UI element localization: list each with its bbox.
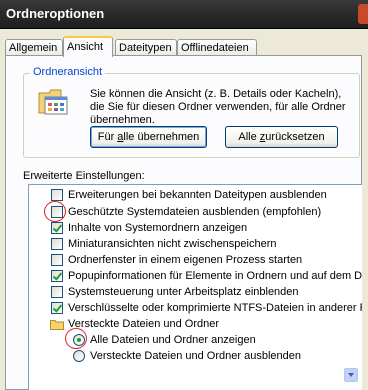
list-item-label: Ordnerfenster in einem eigenen Prozess s…: [68, 254, 303, 266]
title-bar[interactable]: Ordneroptionen: [0, 0, 368, 29]
tab-label: Dateitypen: [119, 42, 172, 54]
color-ntfs-files-checkbox[interactable]: [51, 302, 63, 314]
folder-view-description: Sie können die Ansicht (z. B. Details od…: [90, 88, 346, 126]
window-title: Ordneroptionen: [6, 6, 105, 21]
popup-info-checkbox[interactable]: [51, 270, 63, 282]
tab-dateitypen[interactable]: Dateitypen: [115, 39, 177, 55]
tab-label: Allgemein: [9, 42, 58, 54]
tab-offlinedateien[interactable]: Offlinedateien: [177, 39, 257, 55]
list-item-label: Inhalte von Systemordnern anzeigen: [68, 222, 248, 234]
folder-options-icon: [38, 89, 68, 115]
list-item-label: Alle Dateien und Ordner anzeigen: [90, 334, 256, 346]
control-panel-in-my-computer-checkbox[interactable]: [51, 286, 63, 298]
highlight-circle-show-all-files: [65, 328, 87, 349]
scroll-down-button[interactable]: [344, 368, 358, 382]
tab-label: Offlinedateien: [181, 42, 249, 54]
hide-extensions-checkbox[interactable]: [51, 189, 63, 201]
list-item-label: Versteckte Dateien und Ordner: [68, 318, 220, 330]
reset-all-folders-button[interactable]: Alle zurücksetzen: [225, 126, 338, 148]
tab-label: Ansicht: [67, 41, 104, 53]
highlight-circle-protected-files: [44, 201, 66, 222]
tab-ansicht[interactable]: Ansicht: [63, 36, 113, 57]
button-text: lle übernehmen: [123, 131, 200, 143]
no-thumbnail-cache-checkbox[interactable]: [51, 238, 63, 250]
advanced-settings-label: Erweiterte Einstellungen:: [23, 170, 145, 182]
button-text: Für: [97, 131, 118, 143]
show-system-folder-contents-checkbox[interactable]: [51, 222, 63, 234]
button-text: urücksetzen: [265, 131, 325, 143]
list-item-label: Versteckte Dateien und Ordner ausblenden: [90, 350, 301, 362]
list-item-label: Erweiterungen bei bekannten Dateitypen a…: [68, 189, 327, 201]
list-item-label: Miniaturansichten nicht zwischenspeicher…: [68, 238, 277, 250]
close-button[interactable]: [358, 4, 368, 24]
apply-to-all-folders-button[interactable]: Für alle übernehmen: [90, 126, 207, 148]
folder-icon: [50, 320, 64, 330]
list-item-label: Geschützte Systemdateien ausblenden (emp…: [68, 206, 322, 218]
list-item-label: Systemsteuerung unter Arbeitsplatz einbl…: [68, 286, 299, 298]
separate-process-checkbox[interactable]: [51, 254, 63, 266]
list-item-label: Verschlüsselte oder komprimierte NTFS-Da…: [68, 302, 362, 314]
folder-view-legend: Ordneransicht: [30, 66, 106, 78]
button-text: Alle: [238, 131, 260, 143]
list-item-label: Popupinformationen für Elemente in Ordne…: [68, 270, 362, 282]
tab-allgemein[interactable]: Allgemein: [5, 39, 63, 55]
advanced-settings-list[interactable]: Erweiterungen bei bekannten Dateitypen a…: [28, 184, 362, 390]
hide-hidden-files-radio[interactable]: [73, 350, 85, 362]
